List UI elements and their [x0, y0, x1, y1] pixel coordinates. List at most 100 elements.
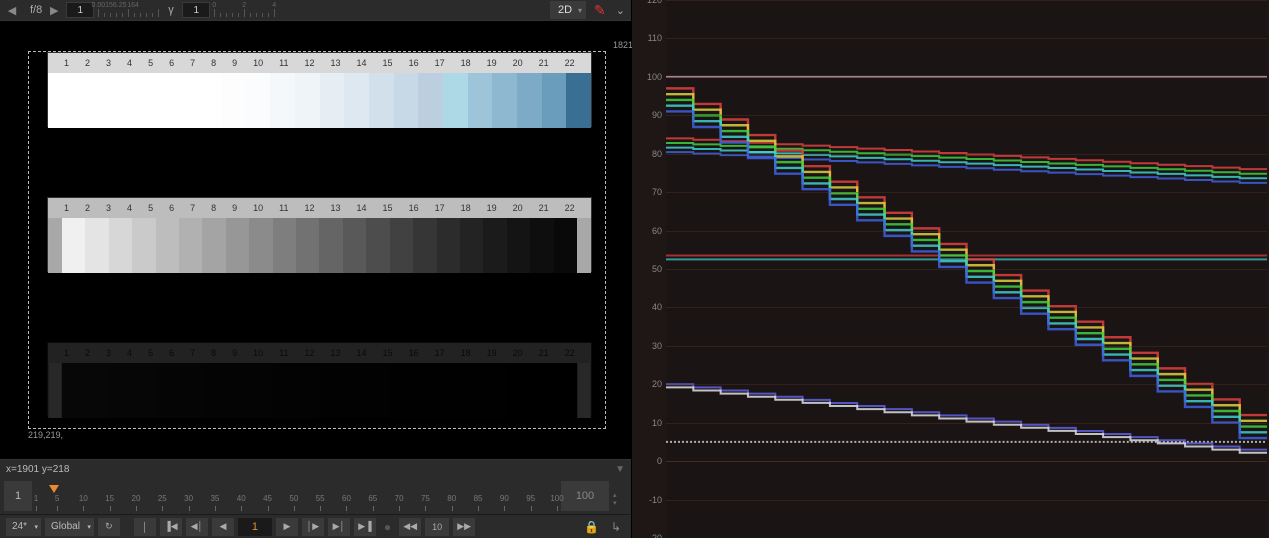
gamma-ruler[interactable]: 024	[214, 3, 274, 17]
strip-top: 12345678910111213141516171819202122	[47, 52, 592, 127]
step-number: 9	[232, 203, 237, 213]
step-number: 4	[127, 348, 132, 358]
step-number: 15	[383, 58, 393, 68]
scope-panel: 1201101009080706050403020100-10-20	[632, 0, 1269, 538]
step-number: 1	[64, 58, 69, 68]
step-number: 2	[85, 348, 90, 358]
jump-amount[interactable]: 10	[425, 518, 449, 536]
pin-icon[interactable]: ✎	[590, 2, 610, 19]
step-number: 10	[253, 203, 263, 213]
step-number: 21	[539, 348, 549, 358]
timeline-track[interactable]: 1510152025303540455055606570758085909510…	[36, 481, 557, 511]
step-number: 15	[383, 203, 393, 213]
step-number: 3	[106, 203, 111, 213]
step-number: 4	[127, 58, 132, 68]
step-number: 10	[253, 58, 263, 68]
step-number: 7	[190, 203, 195, 213]
out-icon[interactable]: ↳	[607, 520, 625, 534]
jump-fwd-button[interactable]: ▶▶	[453, 518, 475, 536]
record-icon[interactable]: ●	[380, 520, 395, 534]
play-button[interactable]: ▶	[276, 518, 298, 536]
selection-box: 1821 219,219, 12345678910111213141516171…	[28, 51, 606, 429]
prev-key-button[interactable]: ◀│	[186, 518, 208, 536]
step-number: 14	[357, 58, 367, 68]
step-number: 13	[331, 348, 341, 358]
step-number: 1	[64, 348, 69, 358]
jump-back-button[interactable]: ◀◀	[399, 518, 421, 536]
in-point-button[interactable]: │	[134, 518, 156, 536]
step-number: 2	[85, 203, 90, 213]
step-number: 7	[190, 58, 195, 68]
step-number: 22	[565, 58, 575, 68]
step-number: 11	[279, 348, 288, 358]
step-number: 13	[331, 58, 341, 68]
step-number: 9	[232, 348, 237, 358]
step-number: 13	[331, 203, 341, 213]
scope-y-axis: 1201101009080706050403020100-10-20	[632, 0, 666, 538]
scope-dropdown[interactable]: Global	[45, 518, 94, 536]
frame-start-box[interactable]: 1	[4, 481, 32, 511]
step-number: 21	[539, 58, 549, 68]
step-number: 8	[211, 348, 216, 358]
step-number: 2	[85, 58, 90, 68]
viewer-toolbar: ◀ f/8 ▶ 0.00156.25164 γ 024 2D ✎ ⌄	[0, 0, 631, 20]
range-stepper[interactable]: ▴▾	[613, 484, 627, 514]
status-dropdown-icon[interactable]: ▼	[615, 464, 625, 475]
cursor-coords: x=1901 y=218	[6, 464, 69, 475]
left-panel: ◀ f/8 ▶ 0.00156.25164 γ 024 2D ✎ ⌄ 1821 …	[0, 0, 632, 538]
step-number: 12	[305, 203, 315, 213]
step-number: 12	[305, 348, 315, 358]
step-number: 19	[487, 348, 497, 358]
fps-dropdown[interactable]: 24*	[6, 518, 41, 536]
step-number: 15	[383, 348, 393, 358]
step-number: 6	[169, 203, 174, 213]
expand-icon[interactable]: ⌄	[614, 4, 627, 17]
image-viewer[interactable]: 1821 219,219, 12345678910111213141516171…	[0, 20, 631, 460]
step-number: 5	[148, 348, 153, 358]
step-number: 8	[211, 58, 216, 68]
gamma-input[interactable]	[182, 2, 210, 18]
scope-plot[interactable]	[666, 0, 1267, 538]
next-frame-icon[interactable]: ▶	[46, 2, 62, 18]
strip-bot: 12345678910111213141516171819202122	[47, 342, 592, 417]
step-number: 20	[513, 348, 523, 358]
step-number: 20	[513, 58, 523, 68]
step-number: 19	[487, 58, 497, 68]
last-frame-button[interactable]: ▶▐	[354, 518, 376, 536]
step-number: 6	[169, 58, 174, 68]
fstop-input[interactable]	[66, 2, 94, 18]
step-number: 6	[169, 348, 174, 358]
step-number: 3	[106, 58, 111, 68]
step-fwd-button[interactable]: │▶	[302, 518, 324, 536]
step-number: 16	[409, 348, 419, 358]
step-number: 17	[435, 58, 445, 68]
step-number: 14	[357, 348, 367, 358]
lock-icon[interactable]: 🔒	[580, 520, 603, 534]
step-number: 5	[148, 58, 153, 68]
step-number: 21	[539, 203, 549, 213]
step-number: 11	[279, 203, 288, 213]
step-number: 3	[106, 348, 111, 358]
step-number: 16	[409, 203, 419, 213]
next-key-button[interactable]: ▶│	[328, 518, 350, 536]
step-number: 16	[409, 58, 419, 68]
step-back-button[interactable]: ◀	[212, 518, 234, 536]
corner-bottom-left: 219,219,	[28, 430, 63, 440]
playhead-icon[interactable]	[49, 485, 59, 493]
view-mode-dropdown[interactable]: 2D	[550, 1, 586, 19]
fstop-label: f/8	[30, 4, 42, 16]
corner-top-right: 1821	[613, 40, 633, 50]
step-number: 17	[435, 348, 445, 358]
step-number: 12	[305, 58, 315, 68]
transport-bar: 24* Global ↻ │ ▐◀ ◀│ ◀ 1 ▶ │▶ ▶│ ▶▐ ● ◀◀…	[0, 514, 631, 538]
step-number: 22	[565, 348, 575, 358]
loop-button[interactable]: ↻	[98, 518, 120, 536]
first-frame-button[interactable]: ▐◀	[160, 518, 182, 536]
fstop-ruler[interactable]: 0.00156.25164	[98, 3, 158, 17]
step-number: 10	[253, 348, 263, 358]
prev-frame-icon[interactable]: ◀	[4, 2, 20, 18]
frame-end-box[interactable]: 100	[561, 481, 609, 511]
current-frame-display[interactable]: 1	[238, 518, 272, 536]
status-bar: x=1901 y=218 ▼	[0, 460, 631, 478]
step-number: 1	[64, 203, 69, 213]
